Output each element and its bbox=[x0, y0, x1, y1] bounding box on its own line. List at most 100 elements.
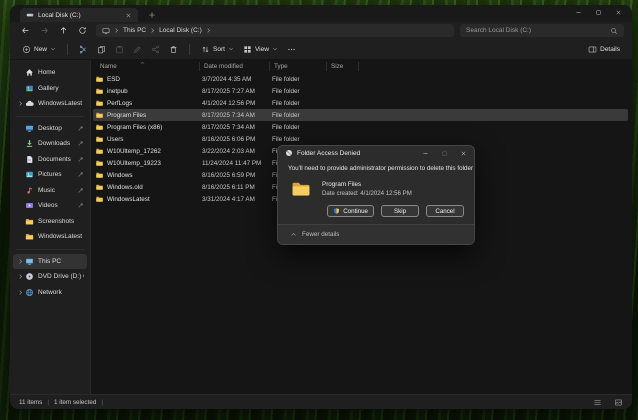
music-icon bbox=[25, 186, 34, 195]
sidebar-item-windowslatest[interactable]: WindowsLatest bbox=[13, 229, 87, 245]
details-toggle[interactable]: Fewer details bbox=[278, 224, 474, 244]
sidebar-item-gallery[interactable]: Gallery bbox=[13, 81, 87, 97]
dialog-window-controls bbox=[422, 150, 467, 157]
delete-button[interactable] bbox=[165, 43, 182, 56]
sort-button[interactable]: Sort bbox=[197, 43, 238, 56]
monitor-icon bbox=[25, 257, 34, 266]
column-header-type[interactable]: Type bbox=[270, 62, 327, 71]
chevron-down-icon bbox=[272, 46, 278, 52]
network-icon bbox=[25, 288, 34, 297]
dvd-icon bbox=[25, 272, 34, 281]
rename-icon bbox=[133, 45, 142, 54]
pin-icon bbox=[77, 187, 84, 194]
sidebar-item-label: Desktop bbox=[38, 125, 77, 132]
delete-icon bbox=[169, 45, 178, 54]
file-name: Windows bbox=[93, 171, 200, 179]
column-headers: Name Date modified Type Size bbox=[91, 60, 632, 73]
dialog-close-button[interactable] bbox=[460, 150, 467, 157]
copy-button[interactable] bbox=[93, 43, 110, 56]
sidebar-item-dvd-drive-d-ccc[interactable]: DVD Drive (D:) CCC bbox=[13, 269, 87, 285]
file-row-program-files-x86[interactable]: Program Files (x86)8/17/2025 7:34 AMFile… bbox=[93, 121, 628, 133]
folder-access-denied-dialog: Folder Access Denied You'll need to prov… bbox=[277, 145, 475, 245]
tab-bar: Local Disk (C:) bbox=[10, 5, 632, 22]
sidebar-item-documents[interactable]: Documents bbox=[13, 152, 87, 168]
close-button[interactable] bbox=[615, 9, 622, 16]
sidebar-indent bbox=[17, 218, 24, 225]
continue-button[interactable]: Continue bbox=[327, 205, 374, 217]
breadcrumb-this-pc[interactable]: This PC bbox=[123, 27, 146, 34]
search-input[interactable]: Search Local Disk (C:) bbox=[460, 24, 624, 37]
maximize-button[interactable] bbox=[595, 9, 602, 16]
back-button[interactable] bbox=[21, 26, 30, 35]
sidebar-indent bbox=[17, 156, 24, 163]
file-date-modified: 3/31/2024 4:17 AM bbox=[200, 196, 270, 203]
sidebar-item-desktop[interactable]: Desktop bbox=[13, 121, 87, 137]
rename-button[interactable] bbox=[129, 43, 146, 56]
denied-icon bbox=[285, 149, 293, 157]
sidebar-item-downloads[interactable]: Downloads bbox=[13, 136, 87, 152]
chevron-right-icon[interactable] bbox=[17, 273, 24, 280]
file-row-inetpub[interactable]: inetpub8/17/2025 7:27 AMFile folder bbox=[93, 85, 628, 97]
cut-button[interactable] bbox=[75, 43, 92, 56]
up-button[interactable] bbox=[59, 26, 68, 35]
file-date-modified: 8/16/2025 6:06 PM bbox=[200, 136, 270, 143]
more-icon bbox=[287, 45, 296, 54]
dialog-minimize-button[interactable] bbox=[422, 150, 429, 157]
drive-icon bbox=[26, 11, 34, 19]
file-row-program-files[interactable]: Program Files8/17/2025 7:34 AMFile folde… bbox=[93, 109, 628, 121]
forward-button[interactable] bbox=[40, 26, 49, 35]
skip-label: Skip bbox=[394, 208, 406, 215]
new-button[interactable]: New bbox=[18, 43, 60, 56]
chevron-right-icon[interactable] bbox=[17, 100, 24, 107]
view-button[interactable]: View bbox=[239, 43, 282, 56]
column-header-size[interactable]: Size bbox=[327, 62, 359, 71]
tab-close-icon[interactable] bbox=[125, 12, 132, 19]
file-row-users[interactable]: Users8/16/2025 6:06 PMFile folder bbox=[93, 133, 628, 145]
tab-title: Local Disk (C:) bbox=[38, 12, 121, 19]
sidebar-item-label: DVD Drive (D:) CCC bbox=[38, 273, 84, 280]
sidebar-item-label: Downloads bbox=[38, 140, 77, 147]
chevron-right-icon[interactable] bbox=[17, 258, 24, 265]
file-row-perflogs[interactable]: PerfLogs4/1/2024 12:56 PMFile folder bbox=[93, 97, 628, 109]
file-date-modified: 8/16/2025 6:11 PM bbox=[200, 184, 270, 191]
uac-shield-icon bbox=[333, 207, 340, 215]
file-date-modified: 11/24/2024 11:47 PM bbox=[200, 160, 270, 167]
window-controls bbox=[575, 9, 622, 16]
paste-button[interactable] bbox=[111, 43, 128, 56]
tab-local-disk-c[interactable]: Local Disk (C:) bbox=[20, 8, 138, 22]
sidebar-item-windowslatest-pe[interactable]: WindowsLatest - Pe bbox=[13, 96, 87, 112]
skip-button[interactable]: Skip bbox=[381, 205, 419, 217]
refresh-button[interactable] bbox=[78, 26, 87, 35]
sidebar-item-screenshots[interactable]: Screenshots bbox=[13, 214, 87, 230]
sidebar-separator bbox=[16, 116, 84, 117]
folder-icon bbox=[95, 159, 104, 167]
thumbnail-view-icon[interactable] bbox=[614, 398, 623, 407]
breadcrumb[interactable]: This PC Local Disk (C:) bbox=[96, 24, 454, 37]
chevron-down-icon bbox=[228, 46, 234, 52]
column-header-date-modified[interactable]: Date modified bbox=[200, 62, 270, 71]
sidebar-item-videos[interactable]: Videos bbox=[13, 198, 87, 214]
breadcrumb-local-disk-c[interactable]: Local Disk (C:) bbox=[159, 27, 202, 34]
videos-icon bbox=[25, 201, 34, 210]
details-pane-button[interactable]: Details bbox=[584, 43, 624, 56]
file-name: Windows.old bbox=[93, 183, 200, 191]
this-pc-icon bbox=[102, 27, 110, 35]
sidebar-item-music[interactable]: Music bbox=[13, 183, 87, 199]
chevron-right-icon[interactable] bbox=[17, 289, 24, 296]
dialog-maximize-button bbox=[441, 150, 448, 157]
sidebar-item-pictures[interactable]: Pictures bbox=[13, 167, 87, 183]
more-options-button[interactable] bbox=[283, 43, 300, 56]
pin-icon bbox=[77, 156, 84, 163]
cancel-button[interactable]: Cancel bbox=[426, 205, 464, 217]
sidebar-item-this-pc[interactable]: This PC bbox=[13, 254, 87, 270]
view-icon bbox=[243, 45, 252, 54]
sidebar-item-network[interactable]: Network bbox=[13, 285, 87, 301]
list-view-icon[interactable] bbox=[593, 398, 602, 407]
items-count: 11 items bbox=[19, 399, 42, 406]
new-tab-button[interactable] bbox=[148, 11, 156, 19]
file-name-label: W10Ultemp_17262 bbox=[107, 148, 161, 155]
share-button[interactable] bbox=[147, 43, 164, 56]
minimize-button[interactable] bbox=[575, 9, 582, 16]
file-row-esd[interactable]: ESD3/7/2024 4:35 AMFile folder bbox=[93, 73, 628, 85]
sidebar-item-home[interactable]: Home bbox=[13, 65, 87, 81]
